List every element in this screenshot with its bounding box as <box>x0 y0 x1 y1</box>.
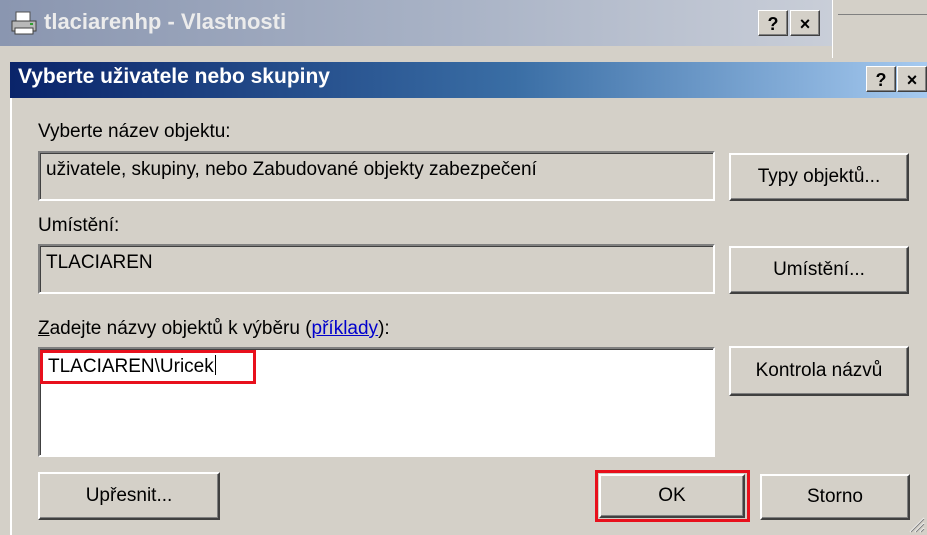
location-field: TLACIAREN <box>38 244 715 294</box>
resize-grip-icon[interactable] <box>907 515 925 533</box>
dialog-border <box>10 62 12 535</box>
printer-icon <box>11 11 37 35</box>
ok-highlight-box <box>595 470 750 522</box>
examples-link[interactable]: příklady <box>312 318 379 339</box>
enter-names-label-end: ): <box>378 318 390 339</box>
object-names-value: TLACIAREN\Uricek <box>48 355 216 377</box>
text-cursor <box>214 355 216 375</box>
enter-names-label: Zadejte názvy objektů k výběru (příklady… <box>38 318 390 340</box>
background-window-edge <box>832 0 927 60</box>
object-type-label: Vyberte název objektu: <box>38 121 231 142</box>
background-window-divider <box>838 14 927 15</box>
enter-names-label-accesskey: Z <box>38 318 50 339</box>
background-window-title: tlaciarenhp - Vlastnosti <box>44 9 287 34</box>
cancel-button[interactable]: Storno <box>760 474 910 520</box>
locations-button[interactable]: Umístění... <box>729 246 909 294</box>
enter-names-label-text: adejte názvy objektů k výběru ( <box>49 318 312 339</box>
check-names-button[interactable]: Kontrola názvů <box>729 346 909 396</box>
background-help-button[interactable]: ? <box>758 10 788 36</box>
object-type-field: uživatele, skupiny, nebo Zabudované obje… <box>38 151 715 201</box>
advanced-button[interactable]: Upřesnit... <box>38 472 220 520</box>
object-types-button[interactable]: Typy objektů... <box>729 153 909 201</box>
dialog-help-button[interactable]: ? <box>866 66 896 92</box>
background-close-button[interactable]: × <box>790 10 820 36</box>
dialog-title: Vyberte uživatele nebo skupiny <box>18 65 330 88</box>
dialog-close-button[interactable]: × <box>897 66 927 92</box>
location-label: Umístění: <box>38 215 120 236</box>
